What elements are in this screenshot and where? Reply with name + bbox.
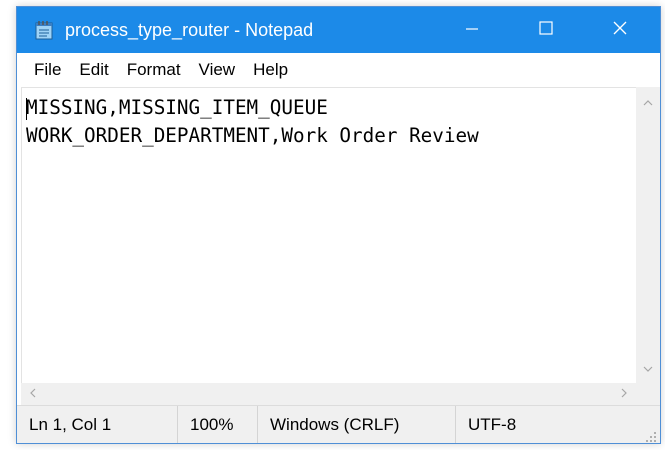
chevron-up-icon	[643, 93, 653, 111]
notepad-icon	[35, 20, 53, 40]
chevron-left-icon	[30, 385, 36, 403]
status-line-ending: Windows (CRLF)	[257, 406, 455, 443]
menu-file[interactable]: File	[25, 59, 70, 81]
title-bar[interactable]: process_type_router - Notepad	[17, 7, 660, 53]
scrollbar-corner	[636, 383, 660, 405]
chevron-right-icon	[621, 385, 627, 403]
vertical-scrollbar[interactable]	[636, 87, 660, 383]
status-zoom: 100%	[177, 406, 257, 443]
close-button[interactable]	[585, 7, 655, 53]
text-editor[interactable]: MISSING,MISSING_ITEM_QUEUE WORK_ORDER_DE…	[21, 87, 636, 383]
editor-line-2: WORK_ORDER_DEPARTMENT,Work Order Review	[26, 124, 479, 147]
notepad-window: process_type_router - Notepad File Edit …	[16, 6, 661, 444]
window-title: process_type_router - Notepad	[65, 20, 314, 40]
maximize-button[interactable]	[511, 7, 581, 53]
status-cursor-position: Ln 1, Col 1	[29, 414, 112, 434]
menu-view[interactable]: View	[190, 59, 245, 81]
chevron-down-icon	[643, 359, 653, 377]
menu-bar: File Edit Format View Help	[17, 53, 660, 87]
horizontal-scrollbar[interactable]	[21, 383, 636, 405]
scroll-down-button[interactable]	[636, 353, 660, 383]
editor-line-1: MISSING,MISSING_ITEM_QUEUE	[26, 96, 328, 119]
scroll-up-button[interactable]	[636, 87, 660, 117]
close-icon	[612, 20, 628, 41]
menu-help[interactable]: Help	[244, 59, 297, 81]
minimize-button[interactable]	[437, 7, 507, 53]
maximize-icon	[538, 20, 554, 41]
status-bar: Ln 1, Col 1 100% Windows (CRLF) UTF-8	[17, 405, 660, 443]
resize-grip-icon[interactable]	[645, 428, 657, 442]
status-encoding: UTF-8	[455, 406, 635, 443]
menu-format[interactable]: Format	[118, 59, 190, 81]
scroll-right-button[interactable]	[612, 383, 636, 405]
scroll-left-button[interactable]	[21, 383, 45, 405]
minimize-icon	[465, 21, 479, 40]
menu-edit[interactable]: Edit	[70, 59, 117, 81]
text-caret	[26, 98, 27, 120]
